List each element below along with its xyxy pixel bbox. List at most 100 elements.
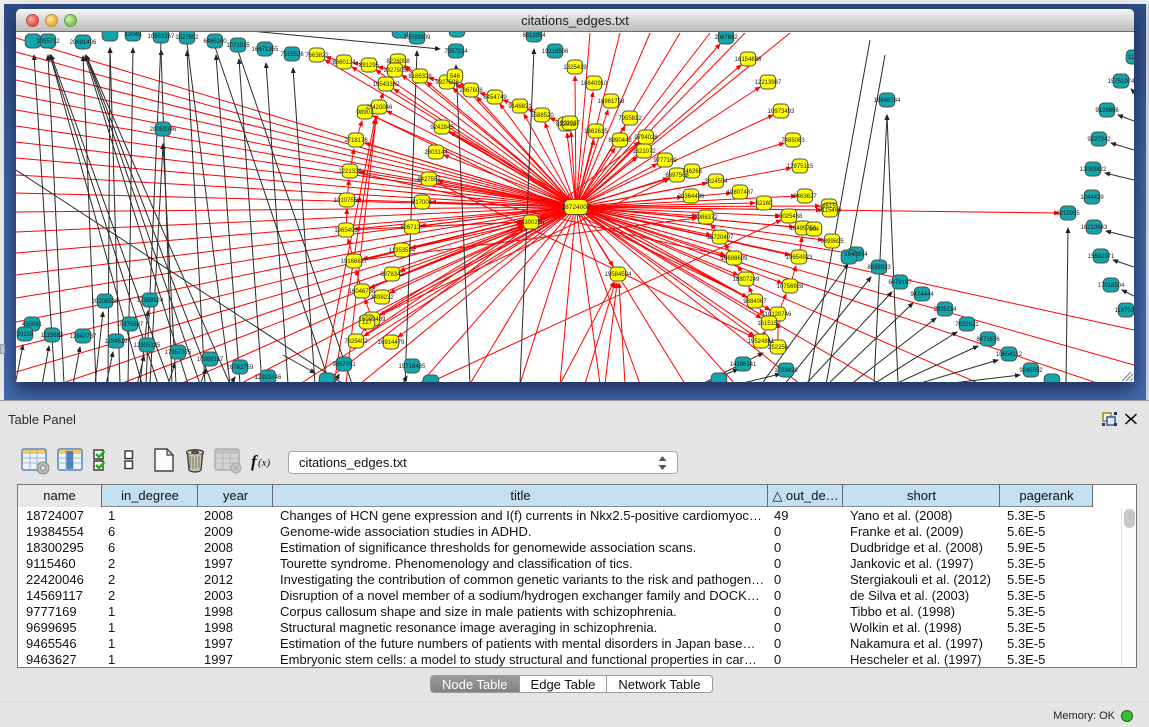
svg-text:12923446: 12923446 [255,375,282,381]
svg-text:20053346: 20053346 [150,127,177,133]
svg-text:16033809: 16033809 [404,35,431,41]
svg-text:7357224: 7357224 [444,49,468,55]
svg-text:10653267: 10653267 [148,34,175,40]
svg-text:8938923: 8938923 [867,265,891,271]
svg-text:9327505: 9327505 [383,68,407,74]
svg-text:9129966: 9129966 [1095,108,1119,114]
svg-text:1221336: 1221336 [338,169,362,175]
svg-text:1615152: 1615152 [757,321,781,327]
svg-text:891295: 891295 [359,63,380,69]
svg-text:7663822: 7663822 [305,53,329,59]
svg-text:2803144: 2803144 [424,150,448,156]
svg-text:1588520: 1588520 [530,113,554,119]
svg-text:11353594: 11353594 [389,248,416,254]
svg-text:10973493: 10973493 [768,109,795,115]
svg-text:12975115: 12975115 [787,164,814,170]
svg-text:12942737: 12942737 [70,334,97,340]
svg-text:15692971: 15692971 [1088,254,1115,260]
svg-text:7955812: 7955812 [618,116,642,122]
svg-text:9899695: 9899695 [820,239,844,245]
svg-text:604: 604 [809,227,820,233]
svg-text:20206536: 20206536 [92,299,119,305]
svg-text:1621072: 1621072 [632,149,656,155]
svg-text:19166827: 19166827 [341,259,368,265]
svg-text:9146821: 9146821 [508,104,532,110]
svg-text:2087682: 2087682 [714,35,738,41]
svg-text:1362615: 1362615 [584,129,608,135]
svg-text:1640954: 1640954 [844,252,868,258]
svg-text:1325419: 1325419 [563,65,587,71]
svg-text:1071915: 1071915 [226,43,250,49]
svg-text:1733426: 1733426 [774,368,798,374]
svg-text:1115682: 1115682 [41,333,64,339]
svg-text:1194519: 1194519 [105,339,129,345]
svg-text:19218506: 19218506 [542,49,569,55]
svg-text:9227342: 9227342 [1087,137,1111,143]
svg-text:7485063: 7485063 [781,138,805,144]
svg-text:2867608: 2867608 [459,88,483,94]
svg-text:3498222: 3498222 [370,295,394,301]
svg-text:20691406: 20691406 [70,40,97,46]
svg-text:8660124: 8660124 [332,60,356,66]
svg-text:10688609: 10688609 [721,256,748,262]
svg-text:16914479: 16914479 [378,340,405,346]
svg-text:98901: 98901 [357,110,374,116]
svg-text:17016504: 17016504 [1098,283,1125,289]
svg-text:6479197: 6479197 [888,280,912,286]
svg-text:7632621: 7632621 [955,322,979,328]
svg-text:922037: 922037 [560,121,581,127]
svg-text:6897568: 6897568 [665,173,689,179]
svg-text:8990448: 8990448 [608,138,632,144]
svg-text:12045: 12045 [125,32,142,38]
svg-text:18640910: 18640910 [581,81,608,87]
svg-text:16648784: 16648784 [874,98,901,104]
svg-text:8215955: 8215955 [1056,211,1080,217]
svg-text:7625402: 7625402 [344,339,368,345]
svg-text:10958117: 10958117 [197,357,224,363]
svg-text:12905135: 12905135 [134,343,161,349]
svg-text:20364436: 20364436 [678,194,705,200]
svg-text:917004: 917004 [412,200,433,206]
svg-text:(x): (x) [258,457,271,469]
svg-text:1965493: 1965493 [334,228,358,234]
svg-text:8454749: 8454749 [483,95,507,101]
svg-text:8813054: 8813054 [522,33,546,39]
svg-text:8186328: 8186328 [408,74,432,80]
svg-text:9857791: 9857791 [332,362,356,368]
svg-text:10025458: 10025458 [776,214,803,220]
svg-text:10807487: 10807487 [727,190,754,196]
svg-text:10756928: 10756928 [777,284,804,290]
svg-text:9884067: 9884067 [743,299,767,305]
svg-text:39159: 39159 [17,332,34,338]
svg-text:62160: 62160 [756,201,773,207]
svg-text:9115460: 9115460 [819,208,843,214]
svg-text:1244419: 1244419 [1080,195,1104,201]
svg-text:16961758: 16961758 [598,99,625,105]
svg-text:1167533: 1167533 [1115,308,1134,314]
svg-text:7986372: 7986372 [694,215,718,221]
svg-text:10120746: 10120746 [765,312,792,318]
svg-text:19584594: 19584594 [605,272,632,278]
svg-text:17957225: 17957225 [165,350,192,356]
svg-text:9777169: 9777169 [653,158,677,164]
svg-text:8878342: 8878342 [380,272,404,278]
svg-text:7515526: 7515526 [280,52,304,58]
svg-text:16210643: 16210643 [1081,225,1108,231]
svg-text:8427552: 8427552 [417,177,441,183]
svg-text:10654112: 10654112 [996,352,1023,358]
svg-text:16782759: 16782759 [227,365,254,371]
svg-text:19654923: 19654923 [786,255,813,261]
svg-text:2935114: 2935114 [934,307,958,313]
svg-text:18724007: 18724007 [562,204,591,211]
svg-text:127: 127 [362,320,373,326]
svg-text:16671355: 16671355 [252,47,279,53]
svg-text:1527602: 1527602 [175,35,199,41]
svg-text:12213987: 12213987 [755,80,782,86]
svg-text:6466160: 6466160 [203,39,227,45]
svg-text:18807249: 18807249 [733,277,760,283]
svg-text:10107552: 10107552 [334,198,361,204]
svg-text:8226058: 8226058 [386,59,410,65]
svg-text:1117: 1117 [1128,55,1134,61]
svg-text:12093822: 12093822 [1080,167,1107,173]
svg-text:252254: 252254 [768,345,789,351]
